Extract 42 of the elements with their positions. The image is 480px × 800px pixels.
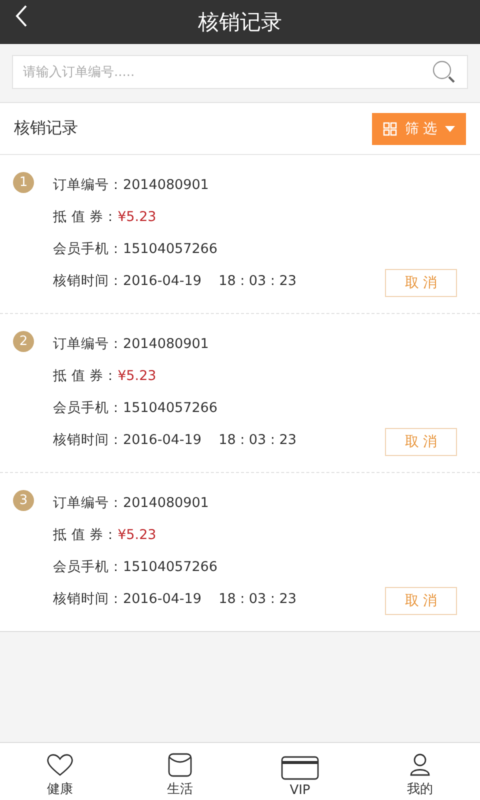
tab-item[interactable]: 健康 — [0, 743, 120, 800]
field-label: 会员手机： — [53, 399, 123, 417]
field-label: 会员手机： — [53, 558, 123, 576]
number-badge: 1 — [13, 172, 34, 193]
field-label: 核销时间： — [53, 272, 123, 290]
field-value: 2014080901 — [123, 177, 209, 193]
field-label: 抵 值 券： — [53, 367, 118, 385]
number-badge: 3 — [13, 490, 34, 511]
section-title: 核销记录 — [14, 118, 78, 139]
tab-item[interactable]: 我的 — [360, 743, 480, 800]
back-icon[interactable] — [14, 4, 28, 28]
field-value: 2014080901 — [123, 495, 209, 511]
card-icon — [281, 756, 319, 780]
field-label: 核销时间： — [53, 431, 123, 449]
field-value: 2014080901 — [123, 336, 209, 352]
grid-icon — [382, 122, 397, 136]
field-label: 会员手机： — [53, 240, 123, 258]
field-value: 2016-04-19 18 : 03 : 23 — [123, 591, 296, 607]
tab-item[interactable]: VIP — [240, 743, 360, 800]
field-value: 2016-04-19 18 : 03 : 23 — [123, 432, 296, 448]
field-label: 订单编号： — [53, 176, 123, 194]
search-field[interactable]: 请输入订单编号..... — [12, 55, 468, 89]
field-value: 2016-04-19 18 : 03 : 23 — [123, 273, 296, 289]
page-title: 核销记录 — [198, 9, 282, 36]
number-badge: 2 — [13, 331, 34, 352]
field-value: 15104057266 — [123, 400, 218, 416]
field-label: 抵 值 券： — [53, 526, 118, 544]
tab-item[interactable]: 生活 — [120, 743, 240, 800]
field-value: ¥5.23 — [118, 209, 156, 225]
caret-icon — [445, 124, 456, 132]
field-value: 15104057266 — [123, 241, 218, 257]
field-value: ¥5.23 — [118, 368, 156, 384]
field-label: 订单编号： — [53, 335, 123, 353]
envelope-icon — [168, 753, 192, 777]
heart-icon — [46, 753, 74, 777]
field-value: 15104057266 — [123, 559, 218, 575]
search-icon[interactable] — [432, 60, 456, 84]
person-icon — [409, 753, 431, 777]
field-value: ¥5.23 — [118, 527, 156, 543]
field-label: 抵 值 券： — [53, 208, 118, 226]
field-label: 订单编号： — [53, 494, 123, 512]
field-label: 核销时间： — [53, 590, 123, 608]
